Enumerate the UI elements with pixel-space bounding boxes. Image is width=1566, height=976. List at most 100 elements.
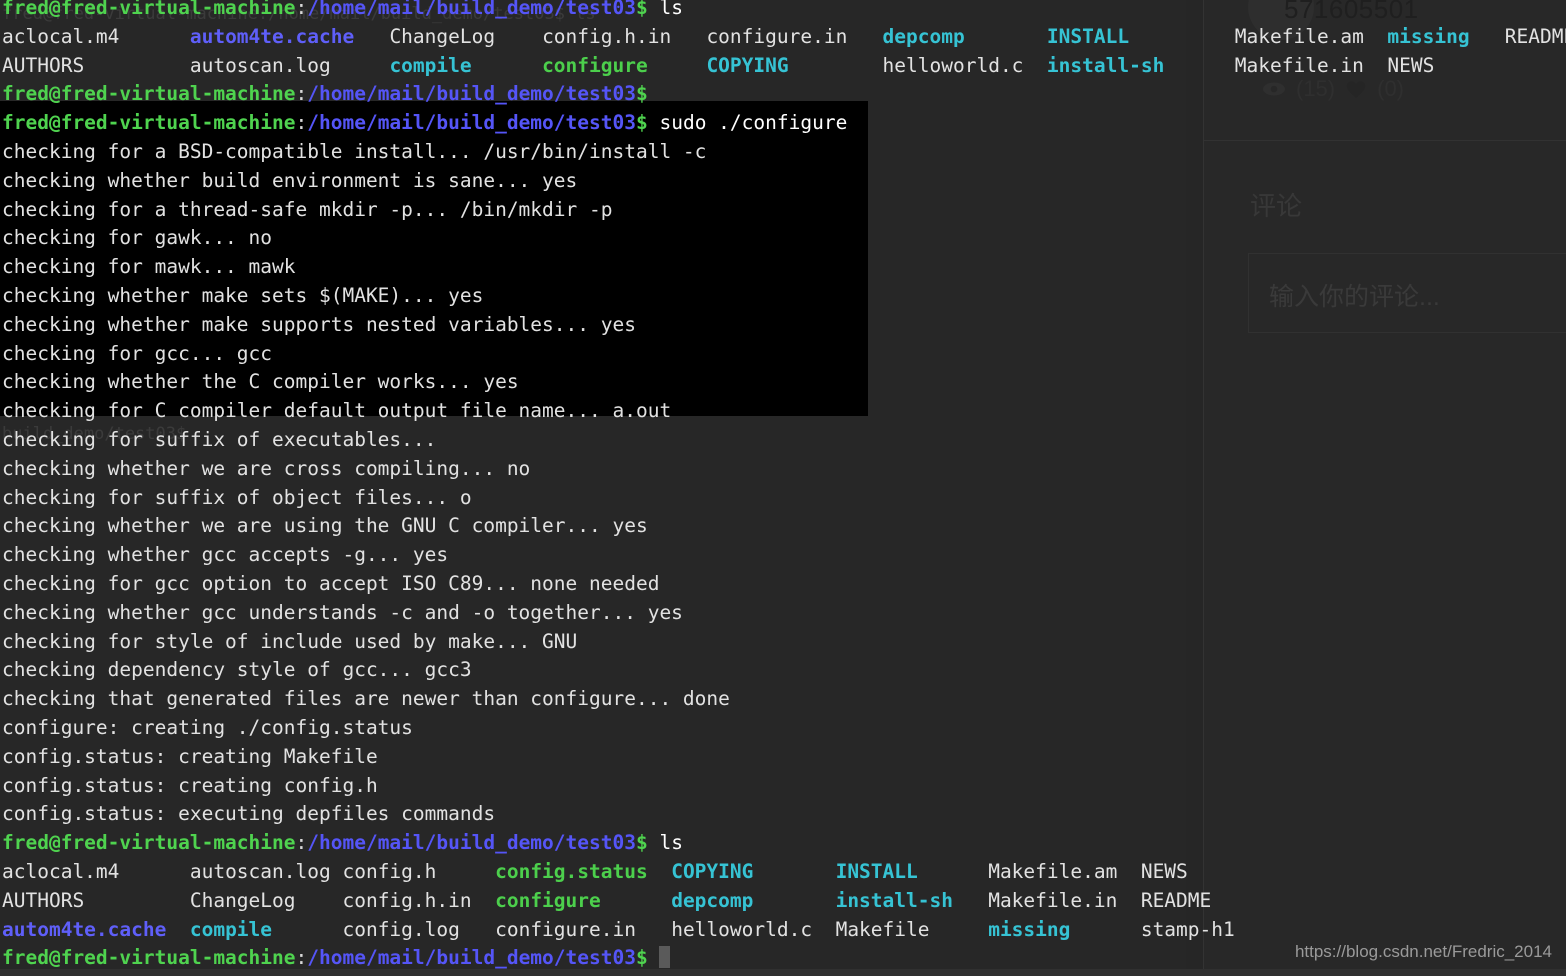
- terminal-prompt-line: fred@fred-virtual-machine:/home/mail/bui…: [0, 80, 1200, 109]
- ls-entry: aclocal.m4: [2, 859, 190, 883]
- configure-output-line: config.status: creating Makefile: [0, 743, 1200, 772]
- configure-output-line: checking for suffix of executables...: [0, 426, 1200, 455]
- prompt-command: ls: [647, 831, 683, 855]
- post-stats: (15) (0): [1262, 76, 1404, 102]
- output-text: checking whether gcc accepts -g... yes: [2, 543, 449, 567]
- terminal-output[interactable]: fred@fred-virtual-machine:/home/mail/bui…: [0, 0, 1566, 970]
- section-divider: [1204, 140, 1566, 141]
- terminal-prompt-line: fred@fred-virtual-machine:/home/mail/bui…: [0, 109, 1200, 138]
- output-text: checking whether build environment is sa…: [2, 168, 578, 192]
- ls-entry: autom4te.cache: [189, 24, 390, 48]
- configure-output-line: config.status: creating config.h: [0, 772, 1200, 801]
- ls-entry: config.h.in: [342, 888, 496, 912]
- prompt-dollar: $: [635, 831, 648, 855]
- ls-entry: missing: [988, 917, 1141, 941]
- prompt-dollar: $: [635, 0, 648, 19]
- configure-output-line: config.status: executing depfiles comman…: [0, 800, 1200, 829]
- prompt-user: fred@fred-virtual-machine: [2, 82, 296, 106]
- prompt-command: ls: [647, 0, 683, 19]
- ls-entry: Makefile: [835, 917, 989, 941]
- ls-entry: install-sh: [835, 888, 989, 912]
- configure-output-line: checking whether gcc accepts -g... yes: [0, 541, 1200, 570]
- ls-entry: configure.in: [495, 917, 672, 941]
- output-text: checking for suffix of object files... o: [2, 485, 472, 509]
- output-text: checking for a BSD-compatible install...…: [2, 139, 707, 163]
- ls-entry: missing: [1387, 24, 1505, 48]
- configure-output-line: checking whether we are cross compiling.…: [0, 455, 1200, 484]
- ls-entry: configure: [495, 888, 672, 912]
- watermark-url: https://blog.csdn.net/Fredric_2014: [1294, 942, 1552, 961]
- prompt-user: fred@fred-virtual-machine: [2, 946, 296, 970]
- ls-entry: autoscan.log: [189, 53, 390, 77]
- ls-entry: README: [1504, 24, 1566, 48]
- ls-entry: depcomp: [671, 888, 836, 912]
- ls-output-row: aclocal.m4 autom4te.cache ChangeLog conf…: [0, 23, 1566, 52]
- ls-entry: Makefile.am: [988, 859, 1141, 883]
- output-text: config.status: creating config.h: [2, 773, 378, 797]
- ls-entry: Makefile.am: [1234, 24, 1388, 48]
- user-id: 571605501: [1284, 0, 1419, 24]
- output-text: config.status: creating Makefile: [2, 744, 378, 768]
- comment-placeholder: 输入你的评论...: [1269, 283, 1440, 311]
- ls-output-row: autom4te.cache compile config.log config…: [0, 916, 1235, 945]
- ls-entry: COPYING: [671, 859, 836, 883]
- ls-entry: Makefile.in: [1234, 53, 1388, 77]
- ls-entry: INSTALL: [835, 859, 989, 883]
- configure-output-line: configure: creating ./config.status: [0, 714, 1200, 743]
- eye-icon: [1262, 81, 1286, 97]
- ls-entry: aclocal.m4: [2, 24, 190, 48]
- output-text: checking whether make supports nested va…: [2, 312, 636, 336]
- ls-entry: config.h: [342, 859, 496, 883]
- blog-right-column: 571605501 (15) (0) 评论 输入你的评论...: [1203, 0, 1566, 976]
- ls-entry: helloworld.c: [671, 917, 836, 941]
- output-text: checking whether the C compiler works...…: [2, 370, 519, 394]
- prompt-path: /home/mail/build_demo/test03: [307, 0, 636, 19]
- configure-output-line: checking whether the C compiler works...…: [0, 368, 1200, 397]
- configure-output-line: checking whether build environment is sa…: [0, 167, 1200, 196]
- configure-output-line: checking that generated files are newer …: [0, 685, 1200, 714]
- output-text: checking for a thread-safe mkdir -p... /…: [2, 197, 613, 221]
- ls-entry: README: [1140, 888, 1212, 912]
- ls-entry: ChangeLog: [389, 24, 543, 48]
- ls-entry: helloworld.c: [882, 53, 1047, 77]
- comment-input[interactable]: 输入你的评论...: [1248, 253, 1566, 333]
- terminal-prompt-line: fred@fred-virtual-machine:/home/mail/bui…: [0, 0, 1200, 23]
- configure-output-line: checking for style of include used by ma…: [0, 628, 1200, 657]
- output-text: checking that generated files are newer …: [2, 687, 730, 711]
- output-text: checking for C compiler default output f…: [2, 399, 672, 423]
- ls-entry: autom4te.cache: [2, 917, 190, 941]
- prompt-path: /home/mail/build_demo/test03: [307, 946, 636, 970]
- prompt-colon: :: [295, 946, 308, 970]
- ls-entry: depcomp: [882, 24, 1047, 48]
- ls-entry: stamp-h1: [1140, 917, 1235, 941]
- comments-heading: 评论: [1250, 191, 1303, 221]
- ls-entry: compile: [389, 53, 543, 77]
- ls-entry: AUTHORS: [2, 53, 190, 77]
- ls-entry: INSTALL: [1046, 24, 1235, 48]
- ls-entry: config.status: [495, 859, 672, 883]
- configure-output-line: checking for C compiler default output f…: [0, 397, 1200, 426]
- ls-entry: ChangeLog: [189, 888, 343, 912]
- output-text: checking for gcc option to accept ISO C8…: [2, 571, 660, 595]
- prompt-path: /home/mail/build_demo/test03: [307, 111, 636, 135]
- ls-entry: autoscan.log: [189, 859, 343, 883]
- output-text: checking dependency style of gcc... gcc3: [2, 658, 472, 682]
- ls-entry: config.h.in: [542, 24, 707, 48]
- views-count: (15): [1296, 76, 1336, 101]
- ls-entry: config.log: [342, 917, 496, 941]
- ls-entry: AUTHORS: [2, 888, 190, 912]
- prompt-path: /home/mail/build_demo/test03: [307, 831, 636, 855]
- terminal-prompt-line: fred@fred-virtual-machine:/home/mail/bui…: [0, 829, 1200, 858]
- configure-output-line: checking whether we are using the GNU C …: [0, 512, 1200, 541]
- output-text: checking whether make sets $(MAKE)... ye…: [2, 283, 484, 307]
- output-text: config.status: executing depfiles comman…: [2, 802, 496, 826]
- prompt-colon: :: [295, 0, 308, 19]
- prompt-command: sudo ./configure: [647, 111, 848, 135]
- prompt-colon: :: [295, 82, 308, 106]
- output-text: checking whether we are cross compiling.…: [2, 456, 531, 480]
- output-text: checking for mawk... mawk: [2, 255, 296, 279]
- prompt-user: fred@fred-virtual-machine: [2, 111, 296, 135]
- output-text: checking whether we are using the GNU C …: [2, 514, 648, 538]
- ls-entry: install-sh: [1046, 53, 1235, 77]
- ls-output-row: AUTHORS autoscan.log compile configure C…: [0, 52, 1434, 81]
